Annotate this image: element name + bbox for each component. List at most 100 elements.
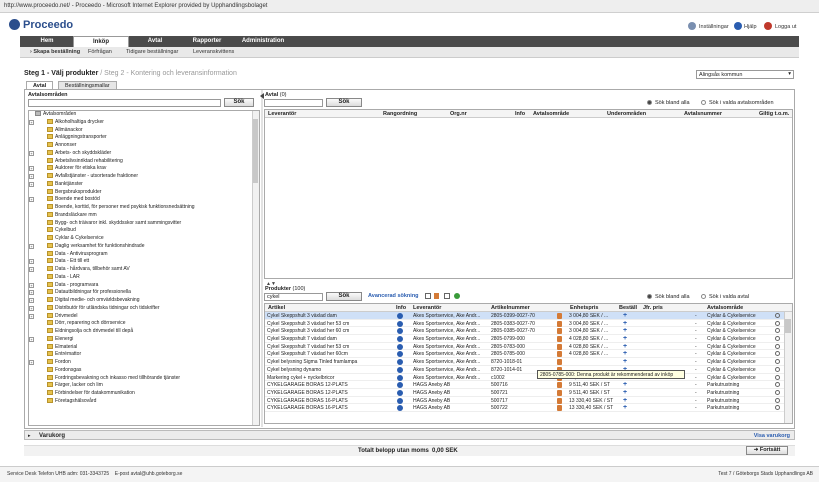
tree-node[interactable]: Allmänackor: [29, 127, 259, 135]
tree-node[interactable]: Företagshälsovård: [29, 398, 259, 406]
tree-node[interactable]: + Alkoholhaltiga drycker: [29, 119, 259, 127]
col-avtalsnummer[interactable]: Avtalsnummer: [684, 111, 722, 117]
col-leverantor[interactable]: Leverantör: [268, 111, 296, 117]
table-row[interactable]: Cykel Skeppshult 3 växlad her 53 cm Åkes …: [265, 320, 792, 328]
tree-node[interactable]: + Drivmedel: [29, 313, 259, 321]
tree-node[interactable]: + Boende med bostöd: [29, 196, 259, 204]
avtal-radio-all[interactable]: [647, 100, 652, 105]
info-icon[interactable]: [397, 366, 403, 373]
avtal-search-input[interactable]: [264, 99, 323, 107]
expand-icon[interactable]: +: [29, 243, 34, 249]
col-info[interactable]: Info: [515, 111, 525, 117]
expand-icon[interactable]: +: [29, 290, 34, 296]
expand-icon[interactable]: +: [29, 150, 34, 156]
subnav-leveranskvittens[interactable]: Leveranskvittens: [193, 49, 234, 55]
magnifier-icon[interactable]: [775, 343, 780, 349]
info-icon[interactable]: [397, 336, 403, 343]
tree-node[interactable]: Data - LAR: [29, 274, 259, 282]
avtalsomraden-search-button[interactable]: Sök: [224, 98, 254, 107]
info-icon[interactable]: [397, 382, 403, 389]
expand-icon[interactable]: +: [29, 336, 34, 342]
col-leverantor[interactable]: Leverantör: [413, 305, 441, 311]
tree-node[interactable]: Fordringsbevakning och inkasso med tillh…: [29, 375, 259, 383]
table-row[interactable]: Cykel Skeppshult 3 växlad dam Åkes Sports…: [265, 312, 792, 320]
add-to-cart-icon[interactable]: +: [623, 336, 629, 342]
tree-node[interactable]: Avtalsområden: [29, 111, 259, 119]
tree-node[interactable]: Brandsläckare mm: [29, 212, 259, 220]
help-icon[interactable]: [734, 22, 742, 30]
tree-node[interactable]: Anläggningstransporter: [29, 134, 259, 142]
table-row[interactable]: Markering cykel + nyckelbricor Åkes Sport…: [265, 374, 792, 382]
col-jfr-pris[interactable]: Jfr. pris: [643, 305, 663, 311]
add-to-cart-icon[interactable]: +: [623, 344, 629, 350]
tree-node[interactable]: Arbetslivsinriktad rehabilitering: [29, 158, 259, 166]
info-icon[interactable]: [397, 405, 403, 412]
add-to-cart-icon[interactable]: +: [623, 313, 629, 319]
expand-icon[interactable]: +: [29, 313, 34, 319]
info-icon[interactable]: [397, 397, 403, 404]
produkter-radio-selected[interactable]: [701, 294, 706, 299]
table-row[interactable]: CYKELGARAGE BORÅS 16-PLATS HAGS Aneby AB 5…: [265, 404, 792, 412]
col-info[interactable]: Info: [396, 305, 406, 311]
tree-node[interactable]: + Auktorer för etiska krav: [29, 165, 259, 173]
col-artikelnummer[interactable]: Artikelnummer: [491, 305, 530, 311]
subnav-skapa-bestallning[interactable]: › Skapa beställning: [30, 49, 80, 55]
expand-icon[interactable]: +: [29, 305, 34, 311]
info-icon[interactable]: [397, 313, 403, 319]
help-link[interactable]: Hjälp: [744, 24, 757, 30]
tree-node[interactable]: + Data - Ett till ett: [29, 258, 259, 266]
tree-node[interactable]: + Datautbildningar för professionella: [29, 289, 259, 297]
magnifier-icon[interactable]: [775, 336, 780, 342]
table-row[interactable]: Cykel belysning Sigma Tinled framlampa Åk…: [265, 358, 792, 366]
tab-avtal[interactable]: Avtal: [130, 36, 180, 47]
expand-icon[interactable]: +: [29, 197, 34, 203]
tree-node[interactable]: Annonser: [29, 142, 259, 150]
avtalsomraden-search-input[interactable]: [28, 99, 221, 107]
add-to-cart-icon[interactable]: +: [623, 359, 629, 365]
panel-splitter[interactable]: [261, 90, 263, 427]
produkter-scrollbar-thumb[interactable]: [785, 319, 791, 333]
info-icon[interactable]: [397, 320, 403, 327]
expand-icon[interactable]: +: [29, 119, 34, 125]
settings-icon[interactable]: [688, 22, 696, 30]
tab-rapporter[interactable]: Rapporter: [184, 36, 230, 47]
info-icon[interactable]: [397, 351, 403, 358]
tree-node[interactable]: + Data - hårdvara, tillbehör samt AV: [29, 266, 259, 274]
tree-node[interactable]: Cykelbud: [29, 227, 259, 235]
col-avtalsomrade[interactable]: Avtalsområde: [707, 305, 743, 311]
tab-hem[interactable]: Hem: [30, 36, 64, 47]
tree-node[interactable]: + Data - programvara: [29, 282, 259, 290]
filter-checkbox2-icon[interactable]: [444, 293, 450, 299]
tree-node[interactable]: Cyklar & Cykelservice: [29, 235, 259, 243]
info-icon[interactable]: [397, 328, 403, 335]
info-icon[interactable]: [397, 374, 403, 381]
table-row[interactable]: Cykel Skeppshult 7 växlad dam Åkes Sports…: [265, 335, 792, 343]
expand-icon[interactable]: +: [29, 174, 34, 179]
tree-node[interactable]: Elmaterial: [29, 344, 259, 352]
advanced-search-link[interactable]: Avancerad sökning: [368, 293, 419, 299]
magnifier-icon[interactable]: [775, 374, 780, 380]
expand-icon[interactable]: +: [29, 259, 34, 265]
col-orgnr[interactable]: Org.nr: [450, 111, 467, 117]
tree-node[interactable]: + Arbets- och skyddskläder: [29, 150, 259, 158]
produkter-search-input[interactable]: cykel: [264, 293, 323, 301]
expand-icon[interactable]: +: [29, 181, 34, 187]
magnifier-icon[interactable]: [775, 389, 780, 395]
magnifier-icon[interactable]: [775, 397, 780, 403]
tree-node[interactable]: + Fordon: [29, 359, 259, 367]
tab-inkop[interactable]: Inköp: [73, 36, 129, 47]
table-row[interactable]: Cykel Skeppshult 7 växlad her 53 cm Åkes …: [265, 343, 792, 351]
table-row[interactable]: CYKELGARAGE BORÅS 16-PLATS HAGS Aneby AB 5…: [265, 397, 792, 405]
table-row[interactable]: CYKELGARAGE BORÅS 12-PLATS HAGS Aneby AB 5…: [265, 389, 792, 397]
tree-node[interactable]: Bergsbruksprodukter: [29, 189, 259, 197]
recommended-hand-icon[interactable]: [434, 293, 439, 299]
step-2[interactable]: Steg 2 - Kontering och leveransinformati…: [104, 70, 237, 77]
add-to-cart-icon[interactable]: +: [623, 382, 629, 388]
magnifier-icon[interactable]: [775, 366, 780, 372]
magnifier-icon[interactable]: [775, 328, 780, 334]
avtal-search-button[interactable]: Sök: [326, 98, 362, 107]
add-to-cart-icon[interactable]: +: [623, 390, 629, 396]
tree-node[interactable]: Boende, korttid, för personer med psykis…: [29, 204, 259, 212]
magnifier-icon[interactable]: [775, 313, 780, 318]
table-row[interactable]: Cykel Skeppshult 7 växlad her 60cm Åkes S…: [265, 350, 792, 359]
